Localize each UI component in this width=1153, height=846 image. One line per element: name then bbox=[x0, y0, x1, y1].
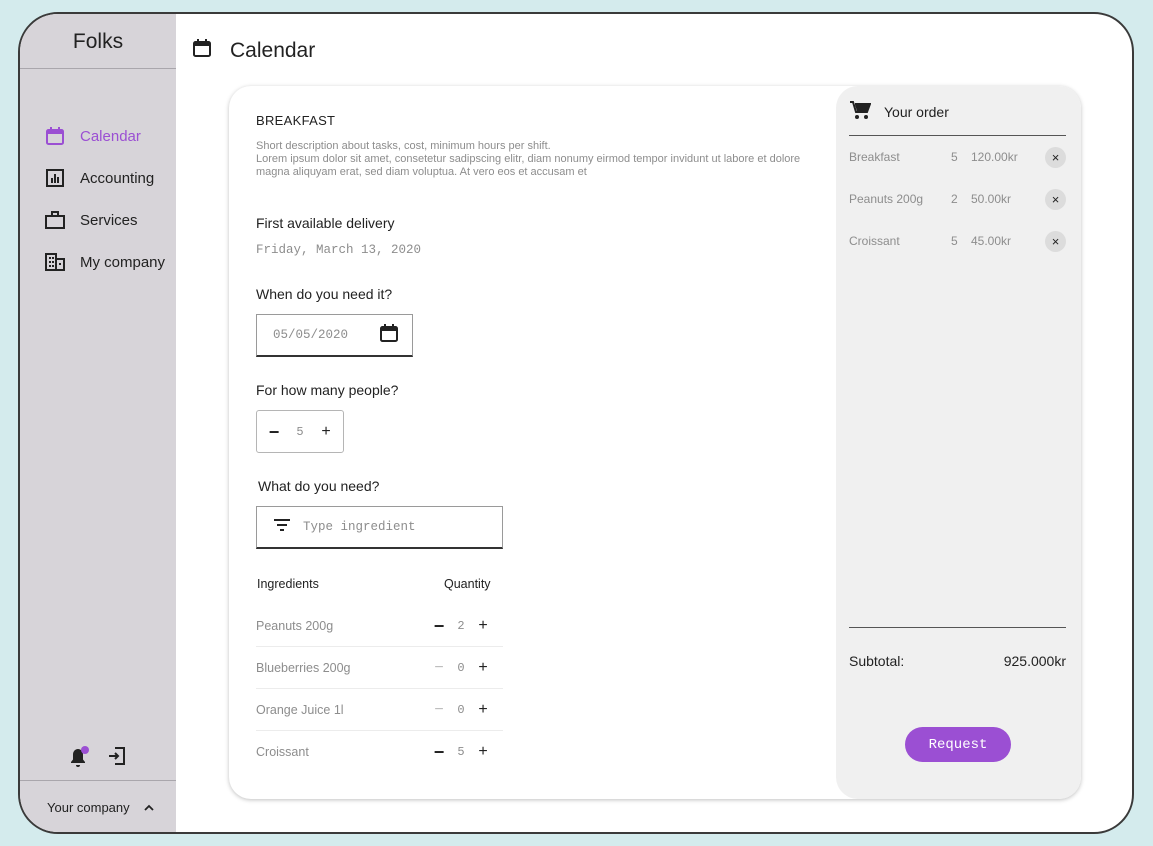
decrement-button[interactable]: − bbox=[432, 743, 446, 761]
notification-bell-icon[interactable] bbox=[66, 746, 90, 770]
request-button[interactable]: Request bbox=[905, 727, 1011, 762]
decrement-button[interactable]: − bbox=[267, 423, 281, 441]
ingredient-name: Blueberries 200g bbox=[256, 660, 351, 675]
order-item-name: Breakfast bbox=[849, 150, 900, 164]
divider bbox=[20, 780, 176, 781]
ingredient-search bbox=[256, 506, 503, 549]
ingredient-name: Peanuts 200g bbox=[256, 618, 334, 633]
decrement-button[interactable]: − bbox=[432, 617, 446, 635]
decrement-button[interactable]: − bbox=[432, 701, 446, 718]
date-value: 05/05/2020 bbox=[273, 328, 349, 342]
filter-icon bbox=[273, 518, 291, 537]
increment-button[interactable]: + bbox=[476, 701, 490, 718]
remove-item-button[interactable]: × bbox=[1045, 188, 1066, 210]
date-field[interactable]: 05/05/2020 bbox=[256, 314, 413, 357]
calendar-picker-icon[interactable] bbox=[379, 323, 399, 348]
increment-button[interactable]: + bbox=[476, 744, 490, 760]
quantity-stepper: − 2 + bbox=[432, 617, 490, 635]
building-icon bbox=[44, 251, 66, 273]
app-logo: Folks bbox=[72, 30, 124, 53]
when-label: When do you need it? bbox=[256, 286, 393, 302]
calendar-icon bbox=[192, 38, 212, 63]
close-icon: × bbox=[1051, 191, 1060, 207]
ingredient-row: Croissant − 5 + bbox=[256, 731, 503, 773]
notification-badge bbox=[81, 746, 89, 754]
quantity-header: Quantity bbox=[444, 577, 491, 591]
quantity-stepper: − 0 + bbox=[432, 701, 490, 718]
increment-button[interactable]: + bbox=[476, 617, 490, 634]
order-item-name: Peanuts 200g bbox=[849, 192, 924, 206]
ingredient-qty: 0 bbox=[457, 660, 465, 675]
order-card: BREAKFAST Short description about tasks,… bbox=[229, 86, 1081, 799]
ingredient-qty: 2 bbox=[457, 618, 465, 633]
page-header: Calendar bbox=[192, 38, 315, 63]
remove-item-button[interactable]: × bbox=[1045, 230, 1066, 252]
remove-item-button[interactable]: × bbox=[1045, 146, 1066, 168]
increment-button[interactable]: + bbox=[319, 423, 333, 440]
order-item-price: 50.00kr bbox=[971, 192, 1012, 206]
subtotal: Subtotal: 925.000kr bbox=[849, 653, 1066, 669]
order-item-count: 5 bbox=[951, 150, 958, 164]
logout-icon[interactable] bbox=[108, 746, 126, 770]
order-item-name: Croissant bbox=[849, 234, 900, 248]
ingredient-name: Orange Juice 1l bbox=[256, 702, 344, 717]
order-item: Breakfast 5 120.00kr × bbox=[849, 145, 1066, 169]
sidebar-item-label: Accounting bbox=[80, 169, 155, 187]
subtotal-value: 925.000kr bbox=[1003, 653, 1066, 669]
sidebar-item-accounting[interactable]: Accounting bbox=[44, 165, 154, 191]
order-item-count: 2 bbox=[951, 192, 958, 206]
ingredient-name: Croissant bbox=[256, 745, 309, 759]
order-item-price: 120.00kr bbox=[971, 150, 1018, 164]
order-title: Your order bbox=[884, 103, 949, 120]
briefcase-icon bbox=[44, 209, 66, 231]
order-item-count: 5 bbox=[951, 234, 958, 248]
order-item-price: 45.00kr bbox=[971, 234, 1012, 248]
order-header: Your order bbox=[849, 100, 949, 123]
ingredient-row: Blueberries 200g − 0 + bbox=[256, 647, 503, 689]
ingredient-qty: 5 bbox=[457, 745, 465, 759]
sidebar-item-label: My company bbox=[80, 253, 166, 271]
section-description: Short description about tasks, cost, min… bbox=[256, 140, 801, 178]
order-panel: Your order Breakfast 5 120.00kr × Peanut… bbox=[836, 86, 1081, 799]
sidebar-item-my-company[interactable]: My company bbox=[44, 249, 165, 275]
ingredient-qty: 0 bbox=[457, 702, 465, 717]
page-title: Calendar bbox=[230, 38, 316, 62]
divider bbox=[20, 68, 176, 69]
sidebar-actions bbox=[66, 746, 126, 770]
close-icon: × bbox=[1051, 149, 1060, 165]
ingredient-row: Orange Juice 1l − 0 + bbox=[256, 689, 503, 731]
calendar-icon bbox=[44, 125, 66, 147]
divider bbox=[849, 135, 1066, 136]
quantity-stepper: − 0 + bbox=[432, 659, 490, 676]
sidebar: Folks Calendar Accounting Services My co… bbox=[20, 14, 176, 832]
increment-button[interactable]: + bbox=[476, 659, 490, 676]
delivery-label: First available delivery bbox=[256, 215, 395, 231]
people-stepper: − 5 + bbox=[256, 410, 344, 453]
sidebar-item-calendar[interactable]: Calendar bbox=[44, 123, 141, 149]
delivery-date: Friday, March 13, 2020 bbox=[256, 243, 422, 257]
section-title: BREAKFAST bbox=[256, 113, 336, 128]
ingredient-input[interactable] bbox=[303, 520, 493, 534]
people-label: For how many people? bbox=[256, 382, 399, 398]
cart-icon bbox=[849, 100, 872, 123]
sidebar-item-label: Calendar bbox=[80, 127, 141, 145]
sidebar-item-services[interactable]: Services bbox=[44, 207, 138, 233]
chart-icon bbox=[44, 167, 66, 189]
sidebar-item-label: Services bbox=[80, 211, 138, 229]
order-item: Peanuts 200g 2 50.00kr × bbox=[849, 187, 1066, 211]
people-count: 5 bbox=[296, 424, 304, 439]
need-label: What do you need? bbox=[258, 478, 380, 494]
subtotal-label: Subtotal: bbox=[849, 653, 905, 669]
close-icon: × bbox=[1051, 233, 1060, 249]
ingredient-row: Peanuts 200g − 2 + bbox=[256, 605, 503, 647]
decrement-button[interactable]: − bbox=[432, 659, 446, 676]
quantity-stepper: − 5 + bbox=[432, 743, 490, 761]
company-name: Your company bbox=[47, 800, 130, 815]
ingredients-header: Ingredients bbox=[257, 577, 319, 591]
app-window: Folks Calendar Accounting Services My co… bbox=[18, 12, 1134, 834]
order-item: Croissant 5 45.00kr × bbox=[849, 229, 1066, 253]
divider bbox=[849, 627, 1066, 628]
company-switcher[interactable]: Your company bbox=[47, 800, 154, 815]
chevron-up-icon bbox=[144, 800, 154, 815]
